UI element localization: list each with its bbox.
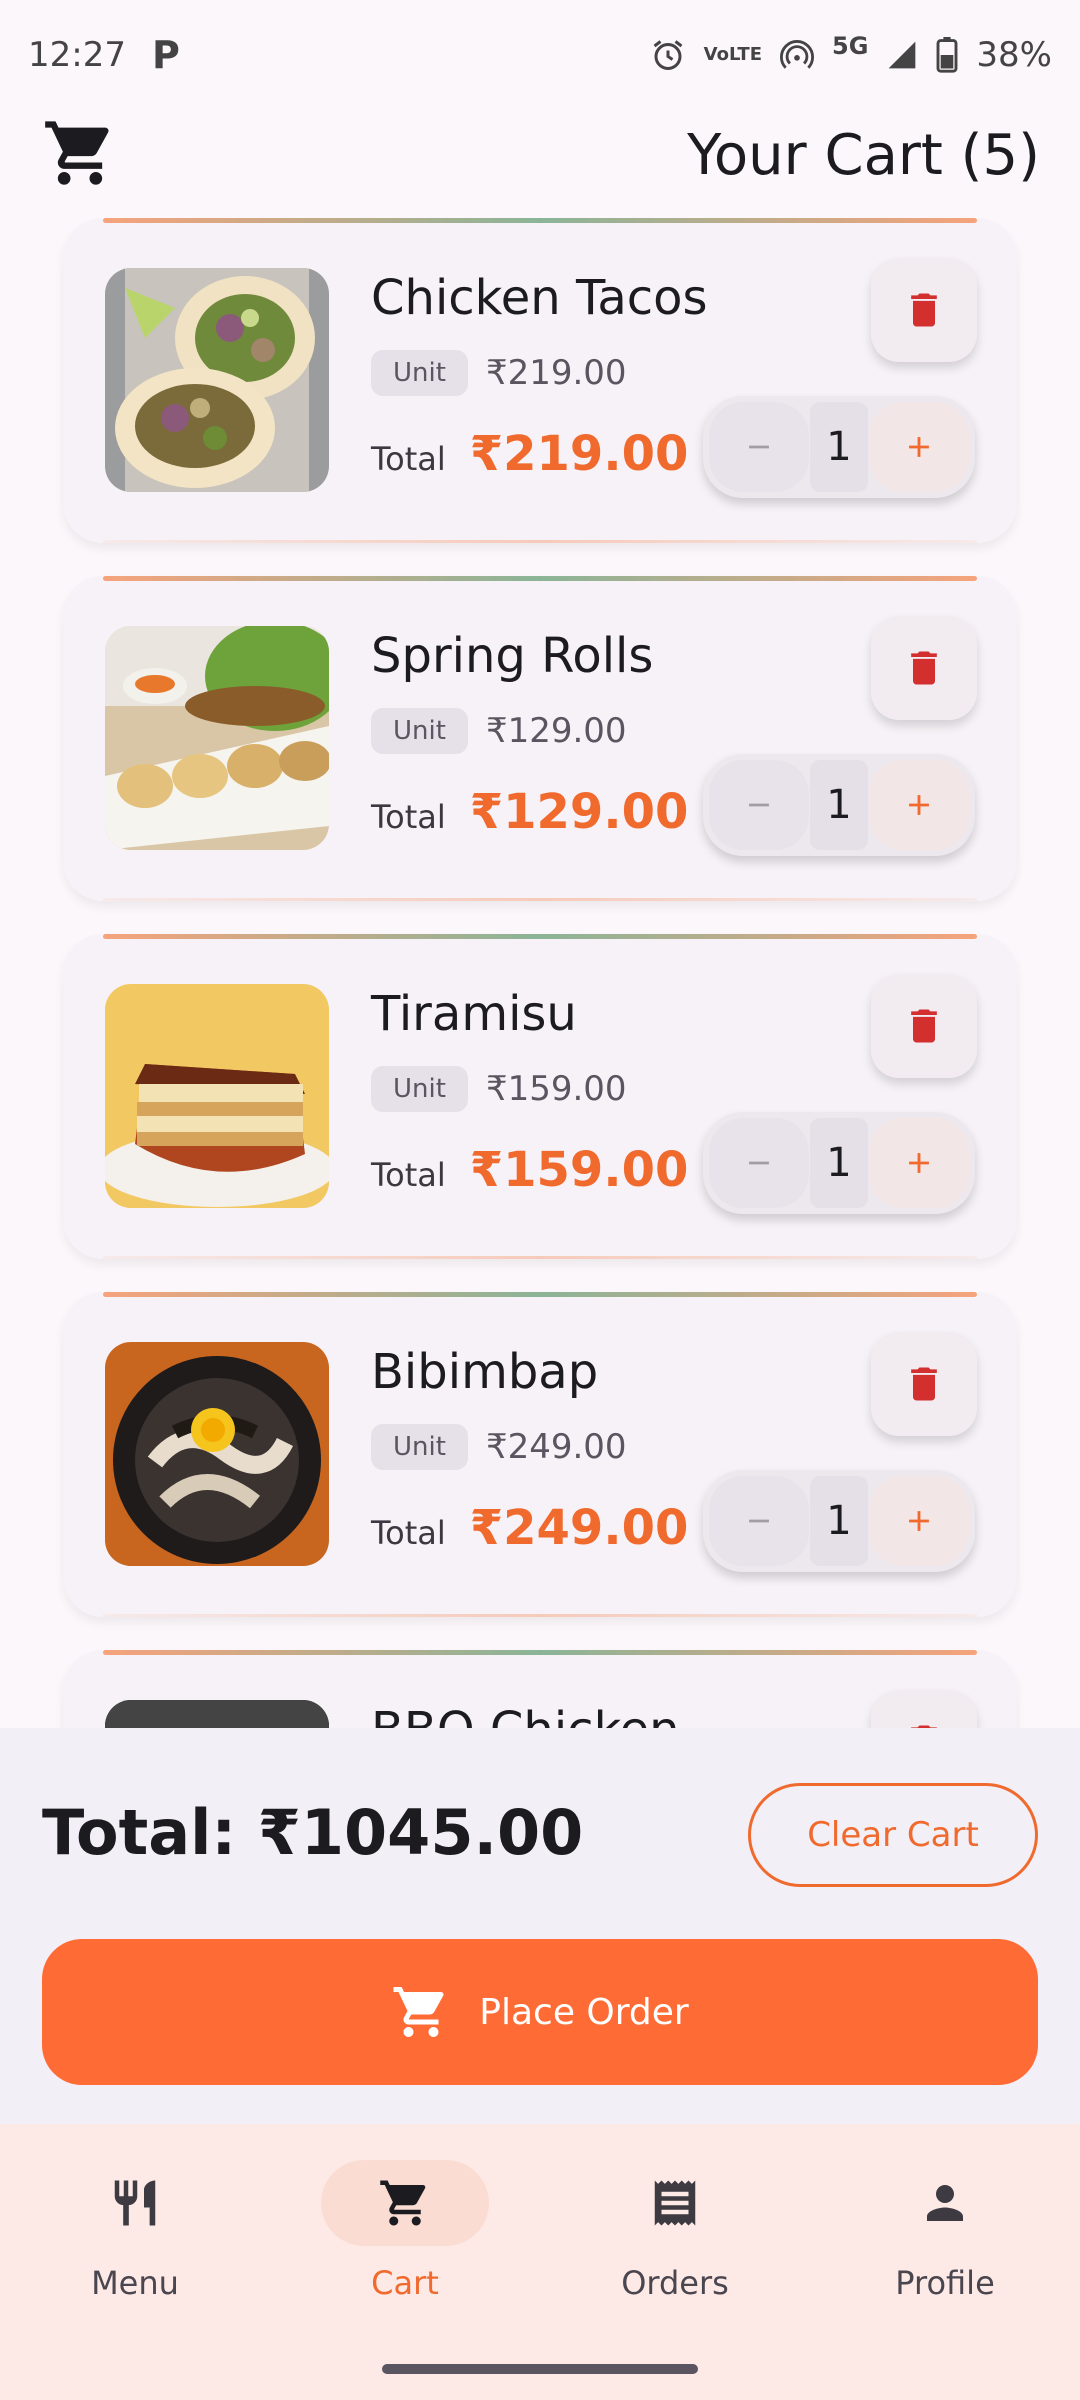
home-indicator[interactable]: [382, 2364, 698, 2374]
clear-cart-button[interactable]: Clear Cart: [748, 1783, 1038, 1887]
person-icon: [927, 2185, 963, 2221]
battery-icon: [936, 37, 958, 73]
cart-item-card: Chicken Tacos Unit ₹219.00 Total ₹219.00…: [63, 218, 1017, 543]
total-label: Total: [371, 798, 446, 836]
quantity-stepper: 1: [703, 396, 975, 498]
page-title: Your Cart (5): [687, 122, 1040, 188]
plus-icon: [909, 437, 929, 457]
item-image: [105, 268, 329, 492]
cart-summary: Total: ₹1045.00 Clear Cart Place Order: [0, 1728, 1080, 2124]
item-total: ₹219.00: [469, 426, 689, 482]
unit-price: ₹129.00: [485, 711, 627, 751]
delete-button[interactable]: [871, 258, 977, 362]
nav-label: Orders: [621, 2264, 729, 2302]
battery-level: 38%: [976, 35, 1052, 75]
item-total: ₹129.00: [469, 784, 689, 840]
unit-price: ₹219.00: [485, 353, 627, 393]
volte-icon: Vo LTE: [703, 44, 763, 65]
plus-icon: [909, 1511, 929, 1531]
status-bar: 12:27 P Vo LTE 5G 38%: [0, 0, 1080, 110]
increment-button[interactable]: [869, 1476, 969, 1566]
grand-total: Total: ₹1045.00: [42, 1796, 584, 1869]
minus-icon: [749, 445, 769, 449]
network-type-label: 5G: [832, 32, 869, 60]
trash-icon: [911, 1725, 937, 1728]
unit-chip: Unit: [371, 1066, 468, 1112]
plus-icon: [909, 1153, 929, 1173]
trash-icon: [911, 651, 937, 685]
cart-icon: [380, 2180, 426, 2226]
total-label: Total: [371, 1514, 446, 1552]
utensils-icon: [114, 2180, 156, 2226]
item-image: [105, 1700, 329, 1728]
delete-button[interactable]: [871, 616, 977, 720]
quantity-value: 1: [810, 760, 868, 850]
item-name: Bibimbap: [371, 1344, 599, 1400]
unit-price: ₹159.00: [485, 1069, 627, 1109]
decrement-button[interactable]: [709, 402, 809, 492]
quantity-value: 1: [810, 1118, 868, 1208]
item-name: Spring Rolls: [371, 628, 654, 684]
item-total: ₹159.00: [469, 1142, 689, 1198]
unit-chip: Unit: [371, 708, 468, 754]
decrement-button[interactable]: [709, 1476, 809, 1566]
nav-label: Profile: [895, 2264, 995, 2302]
total-label: Total: [371, 440, 446, 478]
increment-button[interactable]: [869, 402, 969, 492]
cart-icon: [393, 1987, 444, 2037]
bottom-nav: Menu Cart Orders Profile: [0, 2124, 1080, 2400]
nav-item-profile[interactable]: Profile: [810, 2160, 1080, 2400]
item-name: Chicken Tacos: [371, 270, 708, 326]
parking-app-icon: P: [151, 33, 180, 77]
minus-icon: [749, 803, 769, 807]
cart-list[interactable]: Chicken Tacos Unit ₹219.00 Total ₹219.00…: [0, 218, 1080, 1728]
increment-button[interactable]: [869, 760, 969, 850]
unit-chip: Unit: [371, 350, 468, 396]
cart-icon[interactable]: [42, 115, 118, 195]
cart-item-card: Tiramisu Unit ₹159.00 Total ₹159.00 1: [63, 934, 1017, 1259]
quantity-stepper: 1: [703, 754, 975, 856]
item-image: [105, 1342, 329, 1566]
nav-label: Menu: [91, 2264, 179, 2302]
item-name: Tiramisu: [371, 986, 577, 1042]
decrement-button[interactable]: [709, 760, 809, 850]
unit-chip: Unit: [371, 1424, 468, 1470]
place-order-button[interactable]: Place Order: [42, 1939, 1038, 2085]
nav-label: Cart: [371, 2264, 439, 2302]
trash-icon: [911, 1009, 937, 1043]
cart-item-card: BBQ Chicken: [63, 1650, 1017, 1728]
hotspot-icon: [780, 38, 814, 72]
delete-button[interactable]: [871, 1690, 977, 1728]
app-bar: Your Cart (5): [0, 100, 1080, 210]
quantity-stepper: 1: [703, 1112, 975, 1214]
alarm-icon: [650, 37, 686, 73]
delete-button[interactable]: [871, 974, 977, 1078]
quantity-stepper: 1: [703, 1470, 975, 1572]
nav-item-menu[interactable]: Menu: [0, 2160, 270, 2400]
item-name: BBQ Chicken: [371, 1702, 680, 1728]
signal-icon: [886, 39, 918, 71]
receipt-icon: [654, 2180, 696, 2226]
item-image: [105, 626, 329, 850]
trash-icon: [911, 1367, 937, 1401]
delete-button[interactable]: [871, 1332, 977, 1436]
increment-button[interactable]: [869, 1118, 969, 1208]
unit-price: ₹249.00: [485, 1427, 627, 1467]
quantity-value: 1: [810, 1476, 868, 1566]
trash-icon: [911, 293, 937, 327]
cart-item-card: Bibimbap Unit ₹249.00 Total ₹249.00 1: [63, 1292, 1017, 1617]
plus-icon: [909, 795, 929, 815]
status-time: 12:27: [28, 35, 126, 75]
total-label: Total: [371, 1156, 446, 1194]
cart-item-card: Spring Rolls Unit ₹129.00 Total ₹129.00 …: [63, 576, 1017, 901]
item-total: ₹249.00: [469, 1500, 689, 1556]
place-order-label: Place Order: [479, 1991, 689, 2033]
item-image: [105, 984, 329, 1208]
minus-icon: [749, 1161, 769, 1165]
quantity-value: 1: [810, 402, 868, 492]
decrement-button[interactable]: [709, 1118, 809, 1208]
minus-icon: [749, 1519, 769, 1523]
